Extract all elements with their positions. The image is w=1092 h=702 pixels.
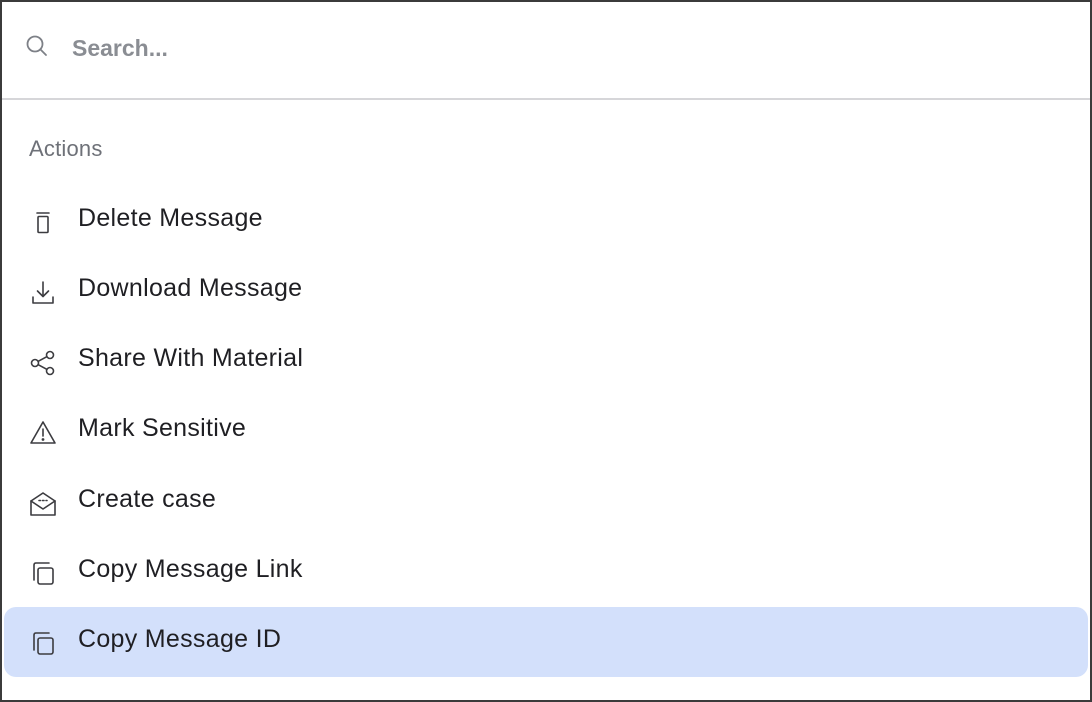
menu-item-label: Copy Message ID [78,625,282,653]
menu-item-label: Copy Message Link [78,555,303,583]
trash-icon [28,208,58,238]
warning-icon [28,418,58,448]
menu-item-share-with-material[interactable]: Share With Material [4,326,1088,396]
menu-item-create-case[interactable]: Create case [4,467,1088,537]
menu-item-label: Create case [78,485,217,513]
menu-item-label: Share With Material [78,344,304,372]
copy-icon [28,629,58,659]
copy-icon [28,559,58,589]
share-icon [28,348,58,378]
open-envelope-icon [28,489,58,519]
menu-item-mark-sensitive[interactable]: Mark Sensitive [4,396,1088,466]
menu-item-copy-message-link[interactable]: Copy Message Link [4,537,1088,607]
command-palette: Actions Delete Message Download Message [0,0,1092,702]
menu-item-delete-message[interactable]: Delete Message [4,186,1088,256]
menu-item-download-message[interactable]: Download Message [4,256,1088,326]
menu-item-copy-message-id[interactable]: Copy Message ID [4,607,1088,677]
section-label-actions: Actions [29,136,103,161]
menu-item-label: Download Message [78,274,303,302]
search-bar [2,2,1090,100]
menu-item-label: Delete Message [78,204,263,232]
menu-item-label: Mark Sensitive [78,414,247,442]
download-icon [28,278,58,308]
search-icon [24,33,50,59]
search-input[interactable] [72,26,1032,70]
